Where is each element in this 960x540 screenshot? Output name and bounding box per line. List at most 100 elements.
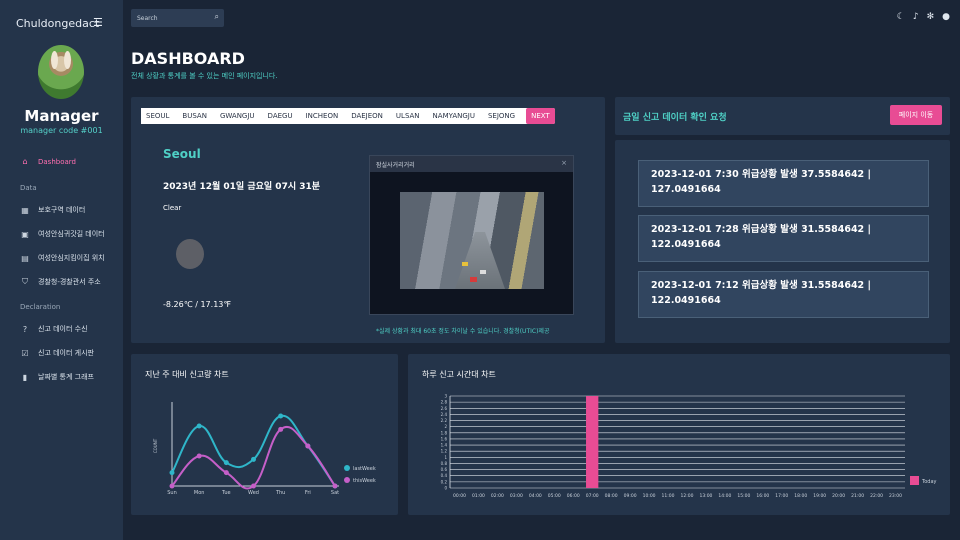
y-tick-label: 1.6 (441, 436, 448, 441)
sidebar-item-stats-graph[interactable]: ▮ 날짜별 통계 그래프 (20, 372, 94, 382)
y-tick-label: 1.4 (441, 443, 448, 448)
sidebar-item-report-board[interactable]: ☑ 신고 데이터 게시판 (20, 348, 94, 358)
y-tick-label: 0.4 (441, 473, 448, 478)
page-move-button[interactable]: 페이지 이동 (890, 105, 942, 125)
section-label-data: Data (20, 184, 37, 192)
sidebar-item-police-address[interactable]: ⛉ 경찰청-경찰관서 주소 (20, 277, 101, 287)
sidebar-item-dashboard[interactable]: ⌂ Dashboard (20, 157, 76, 166)
tab-busan[interactable]: BUSAN (177, 108, 212, 124)
x-tick-label: 18:00 (794, 493, 807, 499)
x-tick-label: 00:00 (453, 493, 466, 499)
y-tick-label: 0.8 (441, 461, 448, 466)
report-header-card: 금일 신고 데이터 확인 요청 페이지 이동 (615, 97, 950, 135)
gear-icon[interactable]: ✻ (927, 12, 935, 22)
y-tick-label: 1 (444, 455, 447, 460)
cctv-car (480, 270, 486, 274)
search-input[interactable] (137, 12, 207, 24)
cctv-header: 잠실사거리거리 × (370, 156, 573, 172)
tab-sejong[interactable]: SEJONG (482, 108, 521, 124)
x-tick-label: 08:00 (605, 493, 618, 499)
sidebar-item-label: Dashboard (38, 157, 76, 166)
search-icon[interactable]: ⌕ (215, 12, 219, 22)
cctv-title: 잠실사거리거리 (376, 162, 415, 169)
tab-namyangju[interactable]: NAMYANGJU (427, 108, 480, 124)
report-item[interactable]: 2023-12-01 7:30 위급상황 발생 37.5584642 | 127… (638, 160, 929, 207)
close-icon[interactable]: × (561, 159, 567, 167)
tab-daegu[interactable]: DAEGU (262, 108, 298, 124)
legend-label: Today (921, 479, 937, 485)
x-tick-label: 07:00 (586, 493, 599, 499)
top-icons: ☾ ♪ ✻ ● (897, 12, 950, 22)
data-point-thisWeek (332, 483, 338, 489)
data-point-thisWeek (169, 483, 175, 489)
report-item[interactable]: 2023-12-01 7:28 위급상황 발생 31.5584642 | 122… (638, 215, 929, 262)
x-tick-label: 23:00 (889, 493, 902, 499)
menu-icon[interactable]: ☰ (93, 16, 103, 29)
y-tick-label: 1.8 (441, 430, 448, 435)
city-datetime: 2023년 12월 01일 금요일 07시 31분 (163, 182, 321, 192)
legend-label: thisWeek (353, 478, 376, 484)
legend-marker (910, 476, 919, 485)
report-line: 2023-12-01 7:30 위급상황 발생 37.5584642 | (651, 169, 871, 180)
tab-gwangju[interactable]: GWANGJU (214, 108, 260, 124)
x-tick-label: 05:00 (548, 493, 561, 499)
tab-ulsan[interactable]: ULSAN (390, 108, 425, 124)
sidebar-item-protection-zone[interactable]: ▦ 보호구역 데이터 (20, 205, 85, 215)
weather-condition: Clear (163, 204, 182, 212)
bar-chart-icon: ▮ (22, 372, 28, 382)
data-point-lastWeek (278, 413, 284, 419)
sidebar-item-report-receive[interactable]: ? 신고 데이터 수신 (20, 324, 88, 334)
y-tick-label: 2.4 (441, 412, 448, 417)
y-axis-label: COUNT (153, 438, 158, 453)
search-box: ⌕ (131, 9, 224, 27)
brand-name[interactable]: Chuldongedact (16, 17, 99, 30)
sidebar-item-safe-route[interactable]: ▣ 여성안심귀갓길 데이터 (20, 229, 104, 239)
bell-icon[interactable]: ♪ (913, 12, 919, 22)
x-tick-label: Thu (275, 490, 285, 496)
grid-icon: ▦ (21, 205, 29, 215)
data-point-lastWeek (251, 456, 256, 462)
data-point-thisWeek (223, 470, 229, 476)
data-point-thisWeek (278, 426, 284, 432)
x-tick-label: 15:00 (737, 493, 750, 499)
sidebar-item-label: 날짜별 통계 그래프 (38, 373, 94, 381)
x-tick-label: 22:00 (870, 493, 883, 499)
x-tick-label: Sat (331, 490, 339, 496)
x-tick-label: 14:00 (718, 493, 731, 499)
cctv-car (470, 277, 477, 282)
bar (586, 396, 599, 488)
moon-icon[interactable]: ☾ (897, 12, 905, 22)
data-point-lastWeek (223, 460, 229, 466)
x-tick-label: 19:00 (813, 493, 826, 499)
data-point-thisWeek (251, 483, 256, 489)
tab-seoul[interactable]: SEOUL (141, 108, 175, 124)
report-line: 127.0491664 (651, 184, 721, 195)
manager-code: manager code #001 (20, 126, 103, 135)
temperature: -8.26℃ / 17.13℉ (163, 300, 231, 309)
hourly-chart-card: 하루 신고 시간대 차트 0 0.2 0.4 0.6 0.8 1 1.2 1.4 1.6 1.8 2… (408, 354, 950, 515)
y-tick-label: 3 (444, 394, 447, 399)
y-tick-label: 2.2 (441, 418, 448, 423)
sidebar-item-label: 여성안심지킴이집 위치 (38, 254, 105, 262)
report-title: 금일 신고 데이터 확인 요청 (623, 113, 727, 123)
home-icon: ⌂ (22, 157, 28, 166)
hourly-bar-chart: 0 0.20.40.60.811.21.4 1.61.822.22.42.62.83… (441, 394, 937, 500)
x-tick-label: 16:00 (756, 493, 769, 499)
sidebar-item-label: 신고 데이터 게시판 (38, 349, 94, 357)
tab-incheon[interactable]: INCHEON (300, 108, 344, 124)
pin-icon: ▤ (21, 253, 29, 263)
x-tick-label: Wed (248, 490, 259, 496)
next-button[interactable]: NEXT (526, 108, 555, 124)
cctv-note: *실제 상황과 최대 60초 정도 차이날 수 있습니다. 경찰청(UTIC)제… (376, 328, 550, 335)
x-tick-label: 09:00 (624, 493, 637, 499)
report-item[interactable]: 2023-12-01 7:12 위급상황 발생 31.5584642 | 122… (638, 271, 929, 318)
sidebar-item-label: 보호구역 데이터 (38, 206, 86, 214)
cctv-video[interactable] (400, 192, 544, 289)
cctv-road (455, 232, 505, 289)
sidebar-item-safe-house[interactable]: ▤ 여성안심지킴이집 위치 (20, 253, 105, 263)
cctv-car (462, 262, 468, 266)
section-label-declaration: Declaration (20, 303, 61, 311)
tab-daejeon[interactable]: DAEJEON (346, 108, 388, 124)
user-icon[interactable]: ● (942, 12, 950, 22)
x-tick-label: 04:00 (529, 493, 542, 499)
